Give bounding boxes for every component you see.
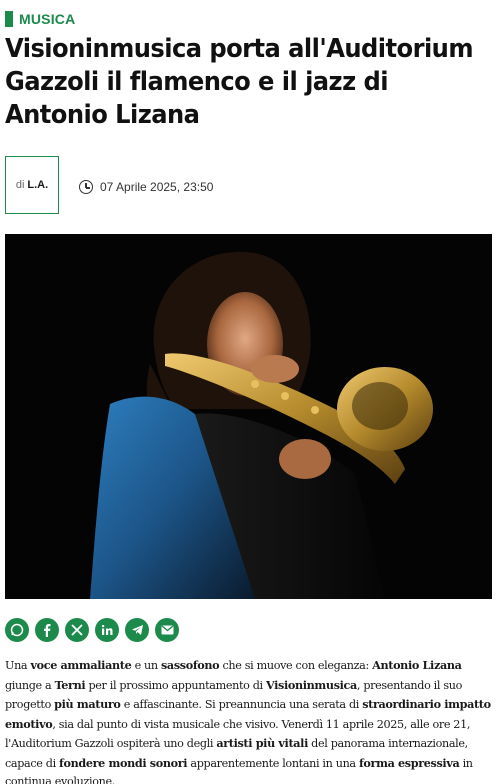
- body-bold-span: artisti più vitali: [216, 736, 308, 750]
- clock-icon: [79, 180, 93, 194]
- body-text-span: apparentemente lontani in una: [187, 756, 359, 770]
- body-bold-span: forma espressiva: [358, 755, 460, 770]
- body-bold-span: Visioninmusica: [265, 677, 357, 692]
- saxophonist-photo: [5, 234, 492, 599]
- linkedin-icon[interactable]: [95, 618, 119, 642]
- body-bold-span: più maturo: [54, 697, 121, 711]
- email-icon[interactable]: [155, 618, 179, 642]
- category-marker: [5, 11, 13, 27]
- publish-date-text: 07 Aprile 2025, 23:50: [100, 180, 214, 194]
- category-label[interactable]: MUSICA: [19, 11, 75, 27]
- body-bold-span: sassofono: [160, 658, 220, 672]
- author-box[interactable]: di L.A.: [5, 156, 59, 214]
- author-prefix: di: [15, 179, 25, 191]
- body-text-span: e affascinante. Si preannuncia una serat…: [120, 698, 363, 711]
- x-icon[interactable]: [65, 618, 89, 642]
- body-text-span: e un: [131, 659, 161, 672]
- body-text-span: per il prossimo appuntamento di: [85, 678, 266, 692]
- facebook-icon[interactable]: [35, 618, 59, 642]
- body-bold-span: fondere mondi sonori: [59, 755, 188, 770]
- article-headline: Visioninmusica porta all'Auditorium Gazz…: [5, 34, 474, 130]
- telegram-icon[interactable]: [125, 618, 149, 642]
- article-photo: [5, 234, 492, 599]
- author-name[interactable]: L.A.: [27, 179, 48, 191]
- body-bold-span: voce ammaliante: [30, 658, 132, 672]
- body-text-span: Una: [5, 659, 31, 672]
- article-body: Una voce ammaliante e un sassofono che s…: [5, 656, 493, 784]
- body-text-span: giunge a: [5, 678, 55, 692]
- body-bold-span: Terni: [54, 677, 86, 692]
- body-bold-span: Antonio Lizana: [372, 658, 462, 672]
- body-text-span: che si muove con eleganza:: [219, 659, 373, 672]
- publish-date: 07 Aprile 2025, 23:50: [79, 180, 213, 194]
- share-bar: [5, 618, 179, 642]
- category-tag[interactable]: MUSICA: [5, 10, 75, 28]
- whatsapp-icon[interactable]: [5, 618, 29, 642]
